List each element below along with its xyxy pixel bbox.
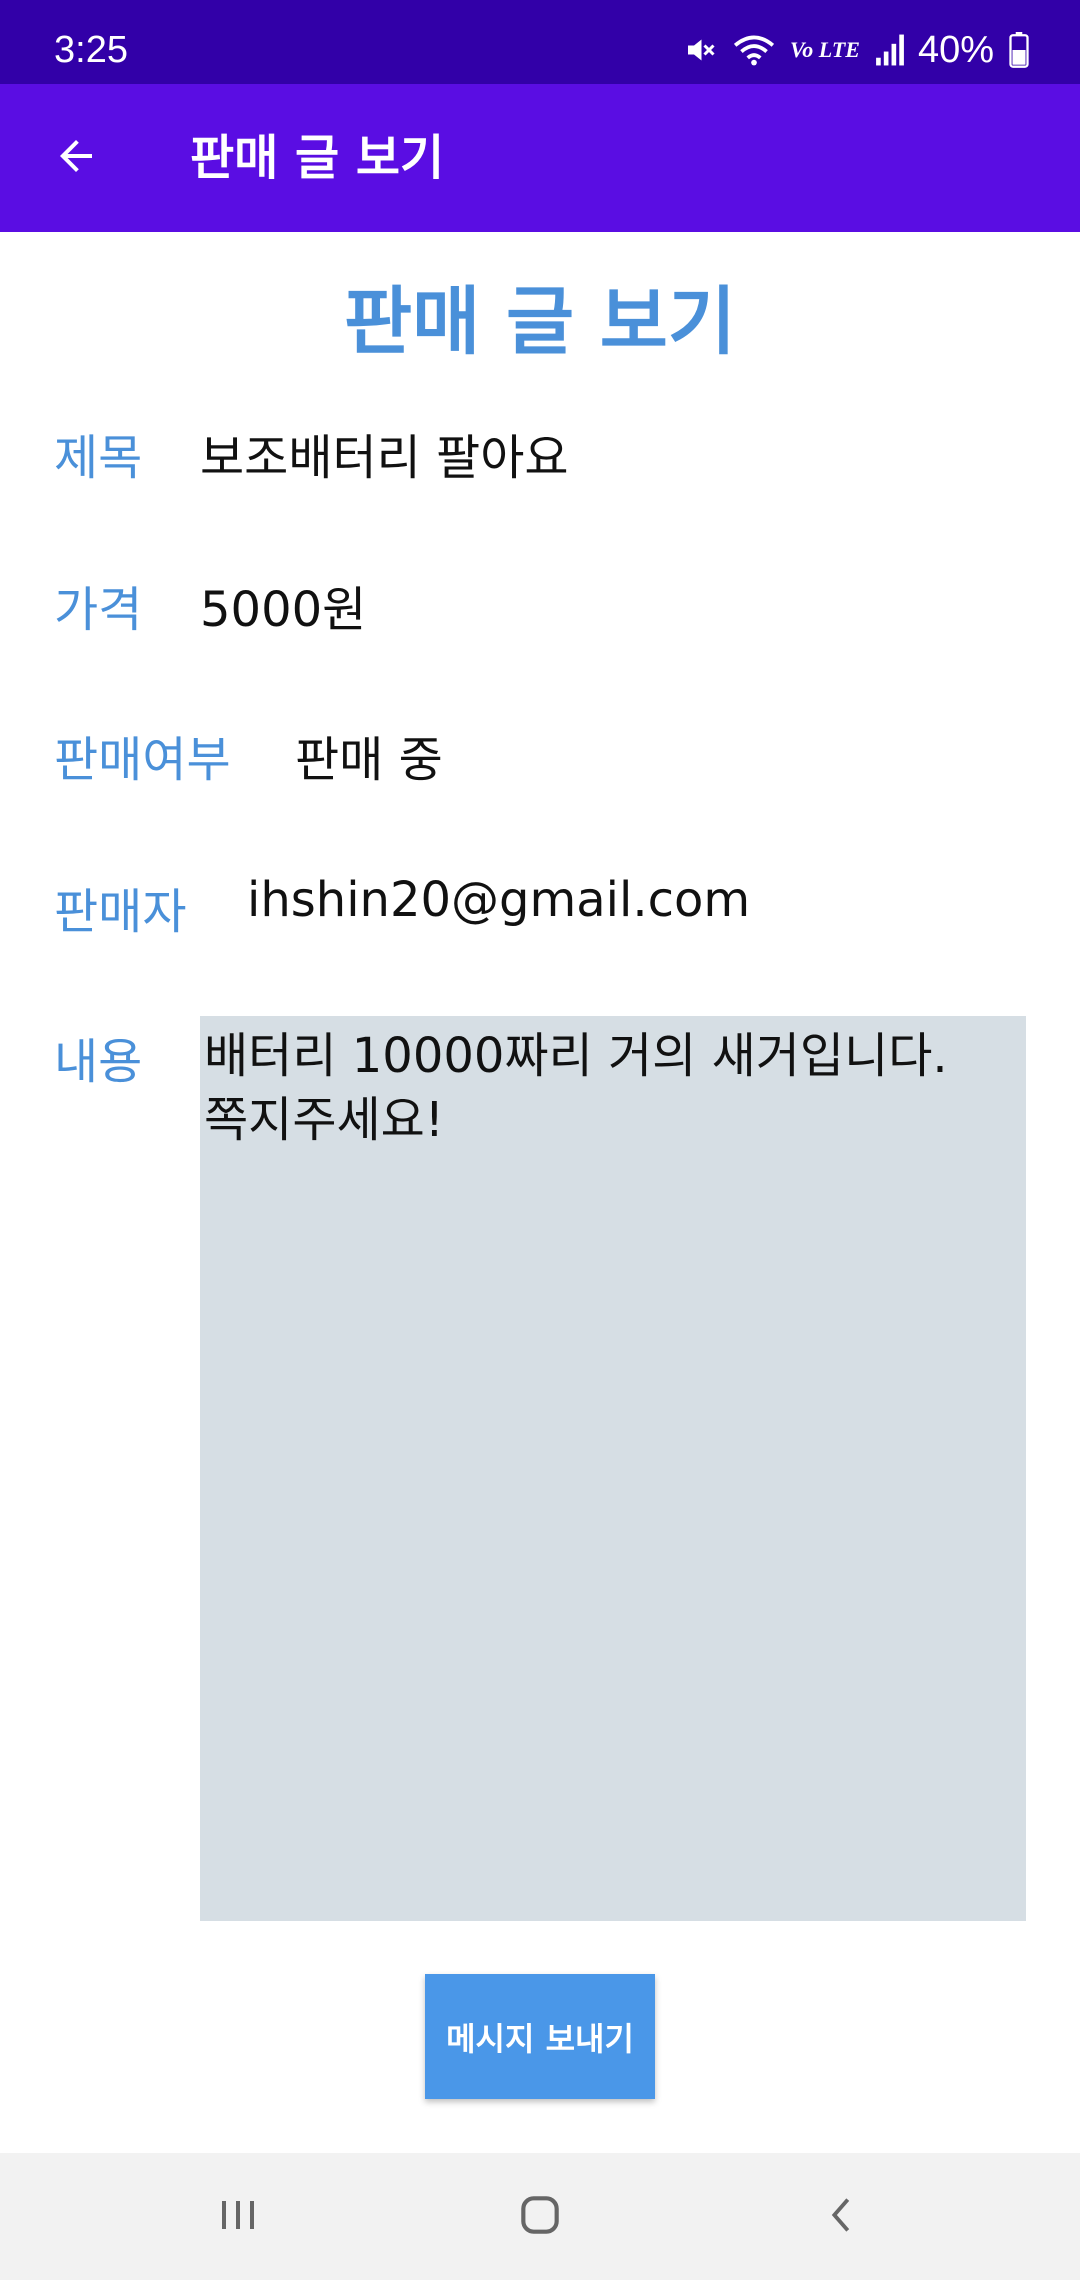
battery-percent: 40%: [917, 28, 994, 71]
app-bar: 판매 글 보기: [0, 84, 1080, 232]
page-heading: 판매 글 보기: [344, 279, 736, 365]
sale-status-value: 판매 중: [295, 732, 443, 788]
home-icon: [515, 2190, 565, 2244]
recent-apps-button[interactable]: [178, 2153, 298, 2280]
price-label: 가격: [54, 582, 143, 638]
wifi-icon: [732, 32, 776, 68]
navigation-bar: [0, 2153, 1080, 2280]
status-icons: Vo LTE 40%: [668, 26, 1030, 74]
content-label: 내용: [54, 1034, 143, 1090]
price-value: 5000원: [200, 582, 367, 638]
content-text[interactable]: 배터리 10000짜리 거의 새거입니다. 쪽지주세요!: [200, 1016, 1026, 1921]
title-label: 제목: [54, 430, 143, 486]
sale-status-label: 판매여부: [54, 732, 231, 788]
title-value: 보조배터리 팔아요: [200, 430, 569, 486]
back-icon: [819, 2192, 865, 2242]
back-button[interactable]: [36, 118, 116, 198]
battery-icon: [1008, 32, 1030, 68]
app-title: 판매 글 보기: [190, 130, 445, 186]
status-bar: 3:25 Vo LTE 40%: [0, 0, 1080, 84]
signal-icon: [874, 33, 906, 67]
mute-icon: [682, 32, 718, 68]
home-button[interactable]: [480, 2153, 600, 2280]
status-time: 3:25: [54, 29, 128, 71]
arrow-left-icon: [52, 132, 100, 184]
volte-icon: Vo LTE: [790, 37, 860, 62]
seller-value: ihshin20@gmail.com: [247, 872, 751, 928]
recent-apps-icon: [214, 2191, 262, 2243]
seller-label: 판매자: [54, 884, 187, 940]
send-message-button[interactable]: 메시지 보내기: [425, 1974, 655, 2099]
nav-back-button[interactable]: [782, 2153, 902, 2280]
